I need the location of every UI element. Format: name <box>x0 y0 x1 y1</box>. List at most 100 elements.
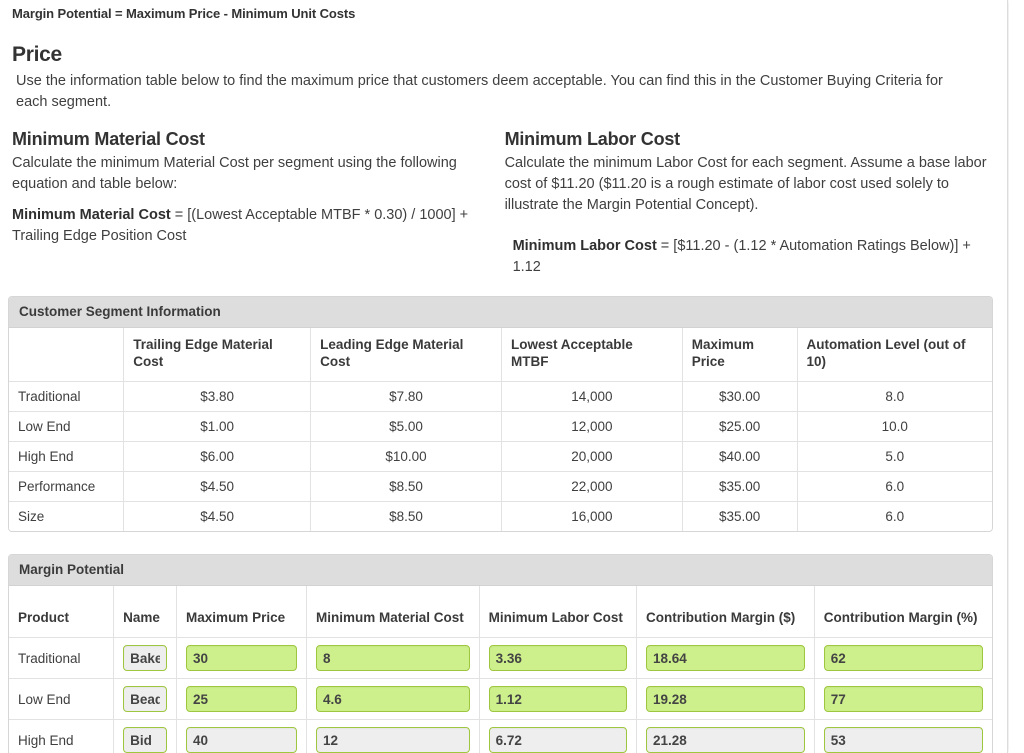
cell-mtbf: 20,000 <box>501 441 683 472</box>
table-header-row: Trailing Edge Material Cost Leading Edge… <box>9 328 992 382</box>
margin-potential-panel: Margin Potential Product Name Maximum Pr… <box>8 553 993 753</box>
minimum-labor-cost-input[interactable] <box>488 727 628 753</box>
contribution-margin-dollar-input[interactable] <box>646 727 805 753</box>
margin-potential-table: Product Name Maximum Price Minimum Mater… <box>9 585 992 753</box>
table-row: Traditional $3.80 $7.80 14,000 $30.00 8.… <box>9 381 992 412</box>
table-row: High End <box>9 719 992 753</box>
cell-automation: 6.0 <box>885 508 905 524</box>
cell-trailing: $1.00 <box>123 411 312 442</box>
max-price-input[interactable] <box>186 645 298 672</box>
col-header-automation-level: Automation Level (out of 10) <box>797 328 992 382</box>
two-column-section: Minimum Material Cost Calculate the mini… <box>8 129 993 288</box>
minimum-labor-cost-input[interactable] <box>488 686 628 713</box>
cell-material <box>306 719 480 753</box>
contribution-margin-percent-input[interactable] <box>823 686 983 713</box>
cell-product: Traditional <box>9 637 115 680</box>
max-price-input[interactable] <box>186 686 298 713</box>
page-gutter <box>1009 0 1024 753</box>
cell-product: High End <box>9 719 115 753</box>
cell-automation: 8.0 <box>797 381 992 412</box>
cell-leading: $8.50 <box>310 471 502 502</box>
cell-mtbf: 22,000 <box>501 471 683 502</box>
name-input[interactable] <box>123 727 168 753</box>
cell-max-price <box>176 637 308 680</box>
col-header-lowest-mtbf: Lowest Acceptable MTBF <box>501 328 683 382</box>
cell-name <box>113 637 178 680</box>
contribution-margin-percent-input[interactable] <box>823 645 983 672</box>
minimum-material-cost-input[interactable] <box>316 645 470 672</box>
cell-cm-dollar <box>636 678 815 721</box>
col-header-contribution-margin-percent: Contribution Margin (%) <box>814 585 992 639</box>
cell-labor <box>479 678 638 721</box>
material-cost-equation: Minimum Material Cost = [(Lowest Accepta… <box>12 205 479 247</box>
cell-mtbf: 12,000 <box>501 411 683 442</box>
table-row: Size $4.50 $8.50 16,000 $35.00 6.0 <box>9 501 992 531</box>
cell-leading: $10.00 <box>310 441 502 472</box>
cell-automation: 6.0 <box>797 471 992 502</box>
max-price-input[interactable] <box>186 727 298 753</box>
col-header-segment <box>9 328 125 382</box>
minimum-material-cost-input[interactable] <box>316 686 470 713</box>
contribution-margin-percent-input[interactable] <box>823 727 983 753</box>
cell-labor <box>479 637 638 680</box>
cell-max-price: $35.00 <box>682 501 798 531</box>
col-header-minimum-labor-cost: Minimum Labor Cost <box>479 585 638 639</box>
table-row: Low End <box>9 678 992 721</box>
col-header-leading-edge: Leading Edge Material Cost <box>310 328 502 382</box>
cell-mtbf: 16,000 <box>501 501 683 531</box>
customer-segment-title: Customer Segment Information <box>9 297 992 329</box>
labor-cost-column: Minimum Labor Cost Calculate the minimum… <box>497 129 993 288</box>
cell-segment: Size <box>9 501 125 531</box>
table-row: Traditional <box>9 637 992 680</box>
cell-product: Low End <box>9 678 115 721</box>
material-cost-heading: Minimum Material Cost <box>12 129 205 150</box>
col-header-name: Name <box>113 585 178 639</box>
cell-max-price: $30.00 <box>682 381 798 412</box>
cell-cm-dollar <box>636 637 815 680</box>
table-row: Performance $4.50 $8.50 22,000 $35.00 6.… <box>9 471 992 502</box>
customer-segment-table: Trailing Edge Material Cost Leading Edge… <box>9 328 992 531</box>
table-header-row: Product Name Maximum Price Minimum Mater… <box>9 585 992 639</box>
cell-cm-percent <box>814 719 992 753</box>
cell-trailing: $4.50 <box>123 501 312 531</box>
material-cost-body: Calculate the minimum Material Cost per … <box>12 155 457 193</box>
cell-max-price: $35.00 <box>682 471 798 502</box>
cell-trailing: $3.80 <box>123 381 312 412</box>
minimum-labor-cost-input[interactable] <box>488 645 628 672</box>
cell-max-price <box>176 719 308 753</box>
name-input[interactable] <box>123 645 168 672</box>
cell-cm-percent <box>814 678 992 721</box>
cell-leading: $7.80 <box>310 381 502 412</box>
cell-segment: Traditional <box>9 381 125 412</box>
cell-automation: 10.0 <box>797 411 992 442</box>
col-header-trailing-edge: Trailing Edge Material Cost <box>123 328 312 382</box>
cell-name <box>113 678 178 721</box>
cell-leading: $8.50 <box>310 501 502 531</box>
cell-segment: Low End <box>9 411 125 442</box>
cell-max-price <box>176 678 308 721</box>
cell-labor <box>479 719 638 753</box>
price-heading: Price <box>12 43 62 66</box>
cell-leading: $5.00 <box>310 411 502 442</box>
cell-max-price: $25.00 <box>682 411 798 442</box>
cell-automation: 5.0 <box>797 441 992 472</box>
worksheet-page: Margin Potential = Maximum Price - Minim… <box>0 0 1008 753</box>
price-body: Use the information table below to find … <box>16 73 943 111</box>
col-header-maximum-price: Maximum Price <box>682 328 798 382</box>
cell-name <box>113 719 178 753</box>
labor-cost-equation-label: Minimum Labor Cost <box>512 238 657 255</box>
col-header-contribution-margin-dollar: Contribution Margin ($) <box>636 585 815 639</box>
table-row: Low End $1.00 $5.00 12,000 $25.00 10.0 <box>9 411 992 442</box>
cell-cm-percent <box>814 637 992 680</box>
cell-mtbf: 14,000 <box>501 381 683 412</box>
contribution-margin-dollar-input[interactable] <box>646 645 805 672</box>
cell-segment: High End <box>9 441 125 472</box>
material-cost-equation-label: Minimum Material Cost <box>12 207 171 224</box>
labor-cost-equation: Minimum Labor Cost = [$11.20 - (1.12 * A… <box>505 236 993 278</box>
col-header-maximum-price: Maximum Price <box>176 585 308 639</box>
minimum-material-cost-input[interactable] <box>316 727 470 753</box>
col-header-minimum-material-cost: Minimum Material Cost <box>306 585 480 639</box>
name-input[interactable] <box>123 686 168 713</box>
contribution-margin-dollar-input[interactable] <box>646 686 805 713</box>
customer-segment-panel: Customer Segment Information Trailing Ed… <box>8 296 993 532</box>
